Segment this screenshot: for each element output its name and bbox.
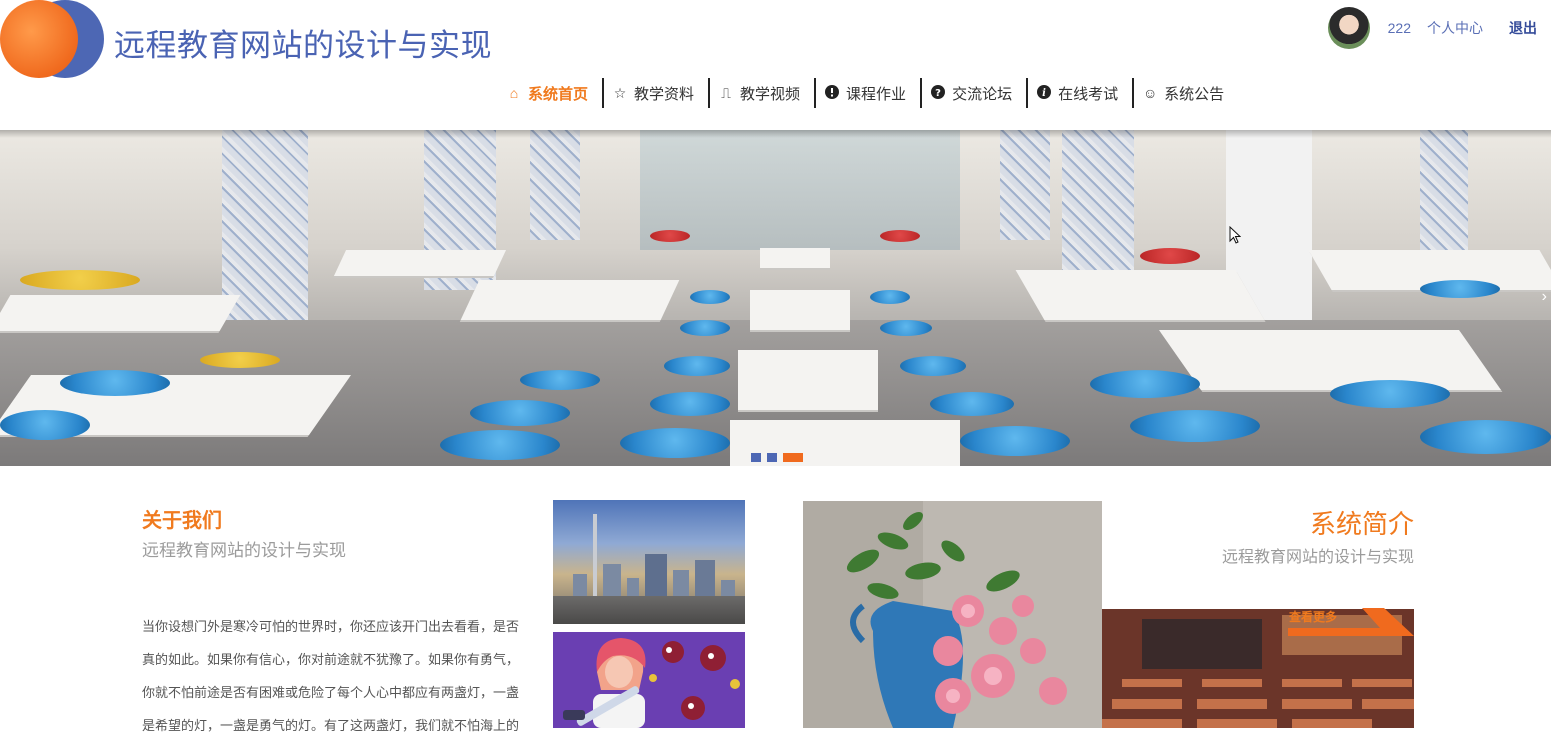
nav-item-label: 教学视频 <box>740 85 801 103</box>
site-title: 远程教育网站的设计与实现 <box>114 28 492 63</box>
banner-stool <box>880 230 920 242</box>
banner-stool <box>664 356 730 376</box>
banner-stool <box>1140 248 1200 264</box>
more-link[interactable]: 查看更多 <box>1289 608 1337 625</box>
banner-top-shadow <box>0 130 1551 138</box>
banner-stool <box>690 290 730 304</box>
about-text-line: 你就不怕前途是否有困难或危险了每个人心中都应有两盏灯，一盏 <box>142 685 520 700</box>
banner-stool <box>1420 280 1500 298</box>
banner-stool <box>200 352 280 368</box>
banner-stool <box>620 428 730 458</box>
banner-table <box>1158 330 1502 390</box>
banner-stool <box>650 230 690 242</box>
nav-item-notice[interactable]: ☺ 系统公告 <box>1134 78 1238 108</box>
banner-stool <box>60 370 170 396</box>
nav-item-label: 在线考试 <box>1058 85 1119 103</box>
nav-item-forum[interactable]: ? 交流论坛 <box>922 78 1029 108</box>
banner-pillar <box>222 130 308 350</box>
banner-table <box>0 295 241 331</box>
user-name: 222 <box>1387 20 1411 36</box>
svg-text:?: ? <box>935 88 941 99</box>
bag-icon: ⎍ <box>721 84 731 101</box>
banner-table <box>738 350 878 410</box>
logo-orange-circle <box>0 0 78 78</box>
star-icon: ☆ <box>613 84 627 101</box>
nav-item-label: 系统公告 <box>1164 85 1225 103</box>
about-subtitle: 远程教育网站的设计与实现 <box>142 541 346 560</box>
exclamation-circle-icon <box>824 84 840 102</box>
svg-text:i: i <box>1042 88 1046 99</box>
nav-item-label: 课程作业 <box>846 85 907 103</box>
about-text-line: 当你设想门外是寒冷可怕的世界时，你还应该开门出去看看，是否 <box>142 619 520 634</box>
banner-stool <box>520 370 600 390</box>
site-header: 远程教育网站的设计与实现 222 个人中心 退出 ⌂ 系统首页 ☆ 教学资料 ⎍… <box>0 0 1551 130</box>
banner-table <box>333 250 507 276</box>
info-circle-icon: i <box>1036 84 1052 102</box>
question-circle-icon: ? <box>930 84 946 102</box>
about-text-line: 真的如此。如果你有信心，你对前途就不犹豫了。如果你有勇气， <box>142 652 520 667</box>
about-city-image <box>553 500 745 624</box>
banner-pillar <box>1420 130 1468 250</box>
banner-stool <box>650 392 730 416</box>
banner-stool <box>0 410 90 440</box>
banner-next-arrow-icon[interactable]: › <box>1542 288 1547 306</box>
nav-item-homework[interactable]: 课程作业 <box>816 78 923 108</box>
nav-item-exam[interactable]: i 在线考试 <box>1028 78 1135 108</box>
banner-stool <box>960 426 1070 456</box>
carousel-dot[interactable] <box>751 453 761 462</box>
banner-stool <box>470 400 570 426</box>
banner-pillar <box>530 130 580 240</box>
about-heading: 关于我们 <box>142 510 222 532</box>
banner-table <box>1015 270 1265 320</box>
nav-item-label: 教学资料 <box>634 85 695 103</box>
banner-stool <box>20 270 140 290</box>
about-text: 当你设想门外是寒冷可怕的世界时，你还应该开门出去看看，是否 真的如此。如果你有信… <box>142 610 534 742</box>
user-center-link[interactable]: 个人中心 <box>1427 18 1483 38</box>
user-avatar[interactable] <box>1327 7 1370 49</box>
nav-item-videos[interactable]: ⎍ 教学视频 <box>710 78 817 108</box>
banner-stool <box>1130 410 1260 442</box>
nav-item-home[interactable]: ⌂ 系统首页 <box>498 78 605 108</box>
banner-stool <box>930 392 1014 416</box>
intro-flower-image <box>803 501 1102 728</box>
banner-stool <box>880 320 932 336</box>
smile-icon: ☺ <box>1142 85 1158 101</box>
banner-stool <box>900 356 966 376</box>
banner-carousel[interactable]: › <box>0 130 1551 466</box>
intro-title: 系统简介 <box>1309 509 1414 539</box>
site-logo[interactable] <box>0 0 110 80</box>
about-text-line: 是希望的灯，一盏是勇气的灯。有了这两盏灯，我们就不怕海上的 <box>142 718 520 733</box>
banner-stool <box>1330 380 1450 408</box>
banner-table <box>460 280 680 320</box>
banner-table <box>750 290 850 330</box>
banner-stool <box>1420 420 1551 454</box>
carousel-indicators <box>751 453 803 462</box>
home-icon: ⌂ <box>509 85 519 101</box>
nav-item-label: 交流论坛 <box>952 85 1013 103</box>
logout-link[interactable]: 退出 <box>1509 18 1537 38</box>
banner-stool <box>680 320 730 336</box>
banner-pillar <box>1062 130 1134 280</box>
banner-stool <box>870 290 910 304</box>
about-illustration-image <box>553 632 745 728</box>
banner-stool <box>1090 370 1200 398</box>
nav-item-materials[interactable]: ☆ 教学资料 <box>604 78 711 108</box>
main-nav: ⌂ 系统首页 ☆ 教学资料 ⎍ 教学视频 课程作业 ? 交流论坛 i 在线考试 … <box>498 78 1238 108</box>
carousel-dot[interactable] <box>767 453 777 462</box>
banner-pillar <box>1000 130 1050 240</box>
banner-table <box>760 248 830 268</box>
banner-stool <box>440 430 560 460</box>
nav-item-label: 系统首页 <box>528 85 589 103</box>
user-area: 222 个人中心 退出 <box>1327 6 1551 50</box>
carousel-dot-active[interactable] <box>783 453 803 462</box>
intro-subtitle: 远程教育网站的设计与实现 <box>1221 549 1414 566</box>
